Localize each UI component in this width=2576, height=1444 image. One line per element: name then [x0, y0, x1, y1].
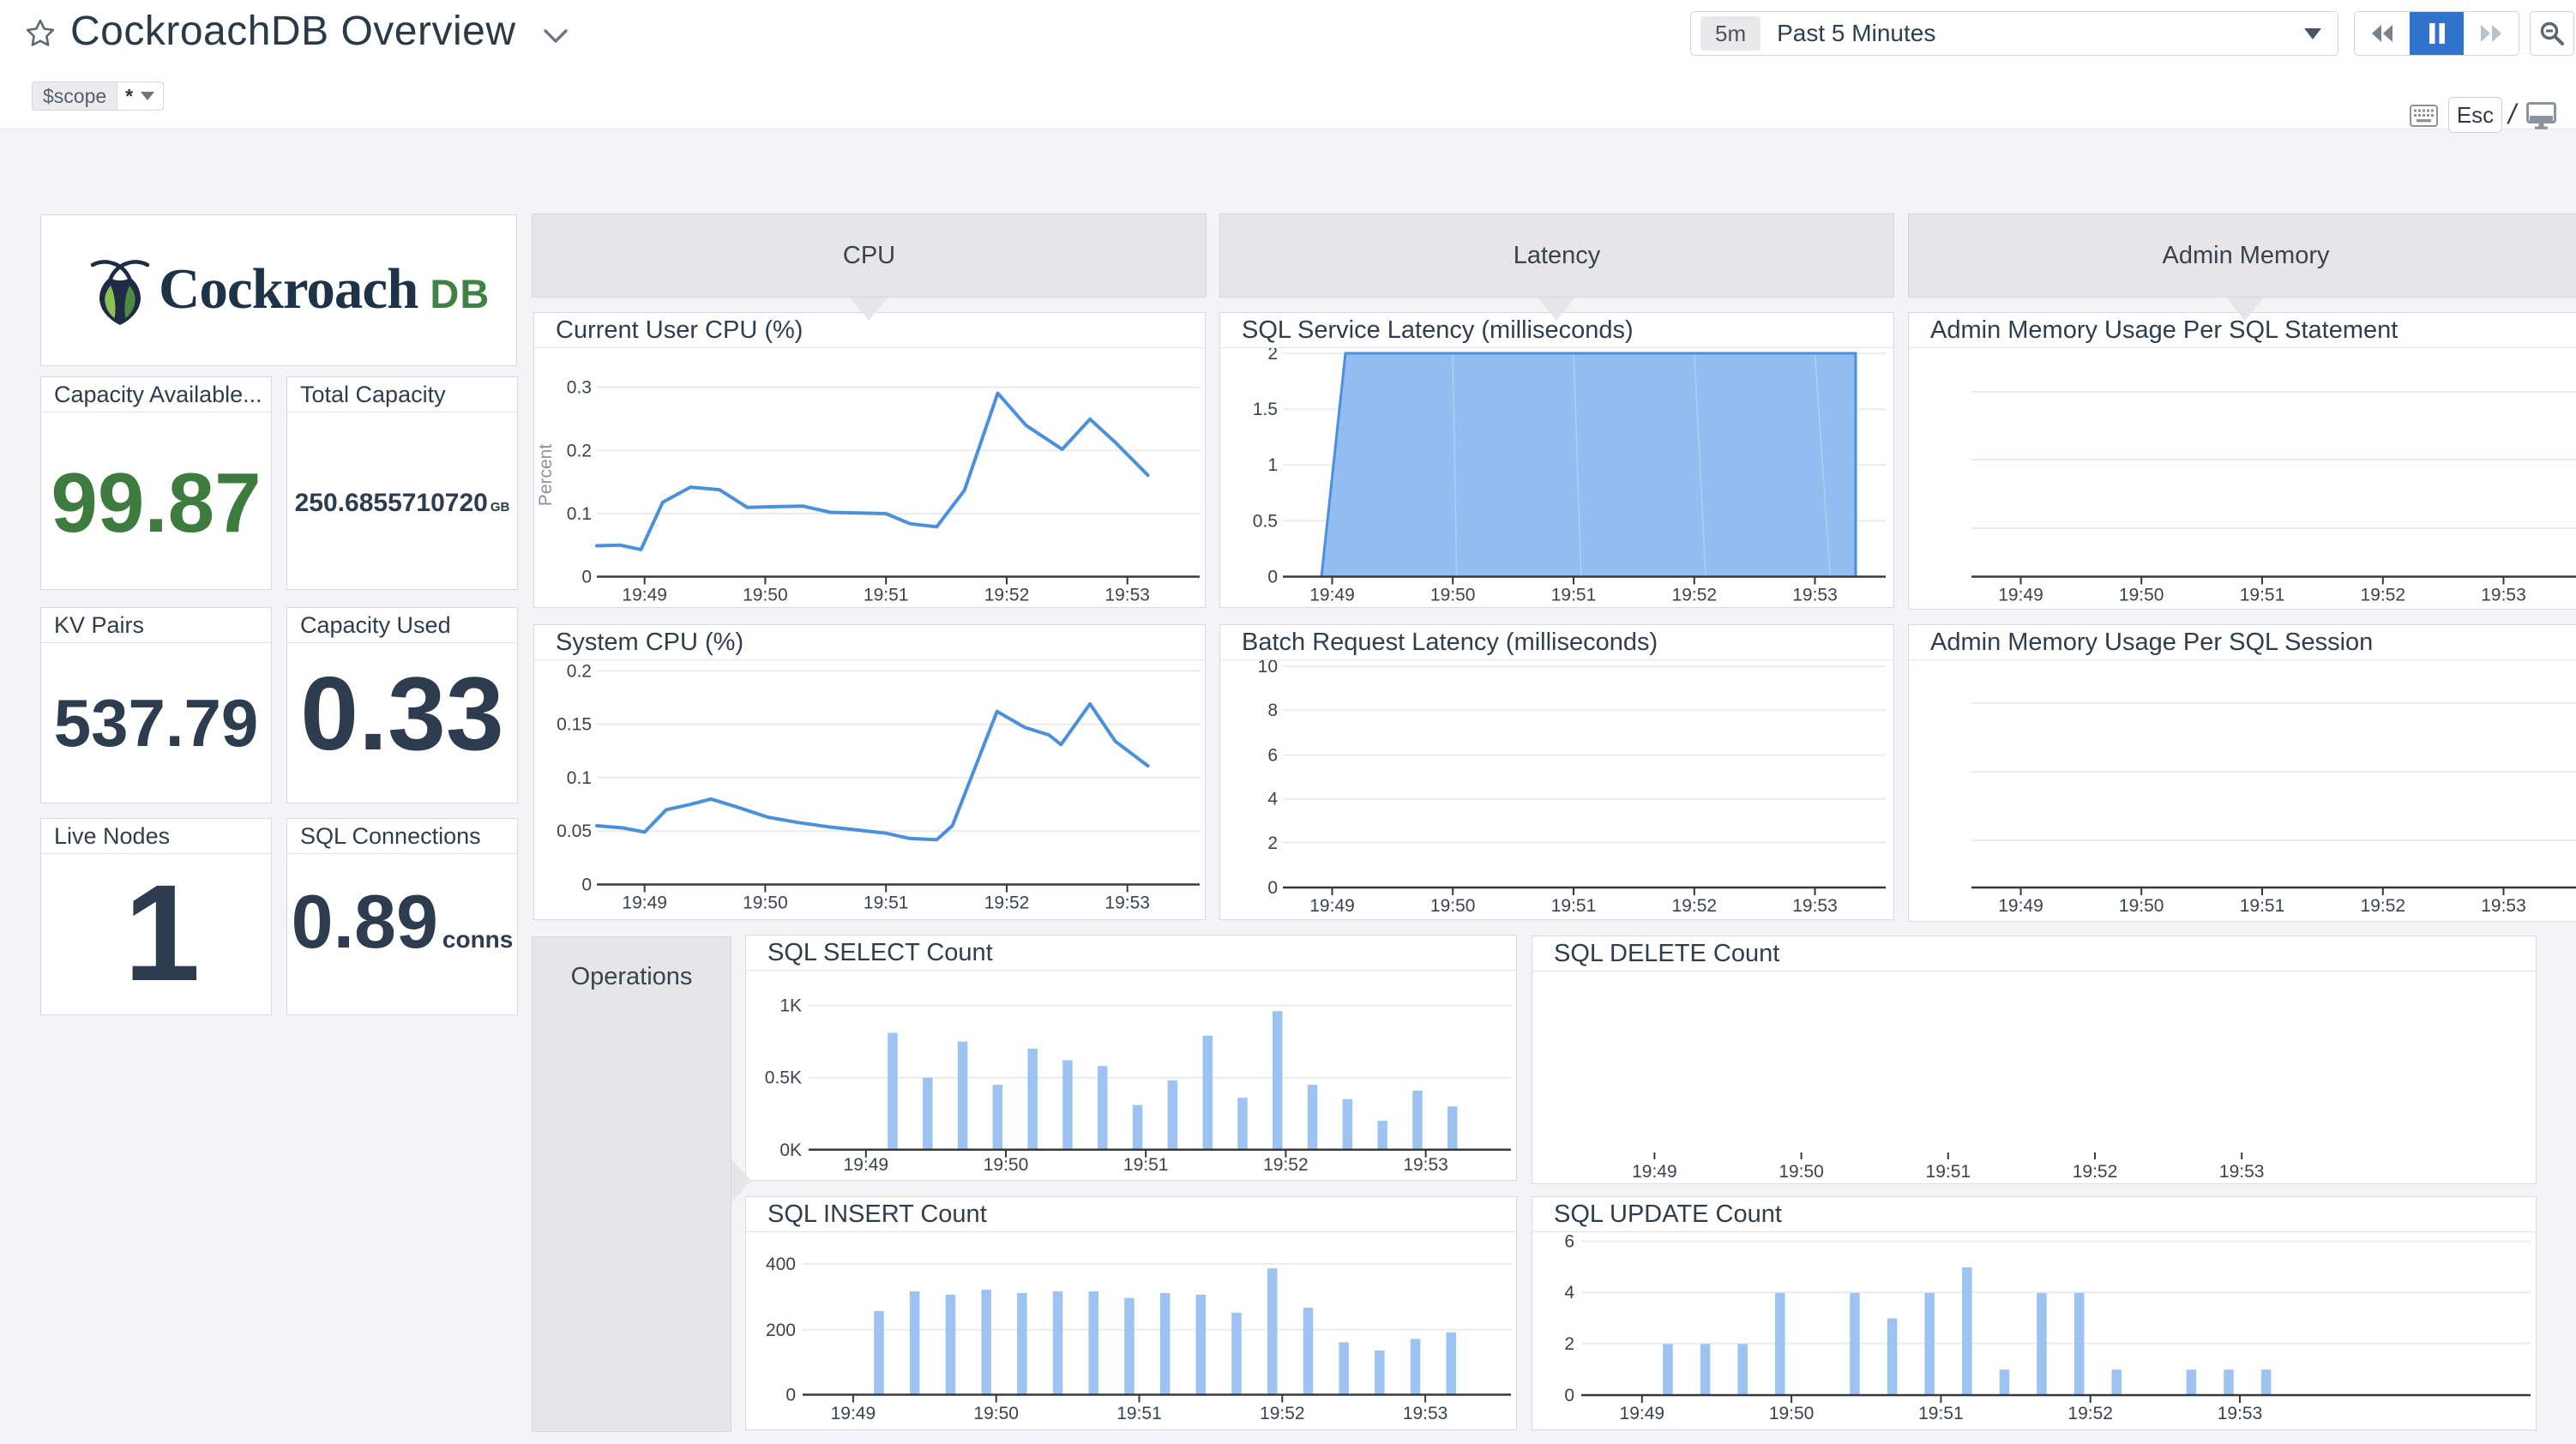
svg-text:1K: 1K [779, 996, 802, 1016]
svg-text:19:50: 19:50 [1779, 1162, 1824, 1182]
svg-text:19:50: 19:50 [2119, 896, 2164, 916]
svg-text:19:49: 19:49 [622, 586, 667, 605]
svg-text:19:53: 19:53 [1792, 586, 1838, 605]
svg-text:19:52: 19:52 [1672, 586, 1718, 605]
svg-text:19:53: 19:53 [1403, 1155, 1448, 1175]
svg-text:19:52: 19:52 [1672, 896, 1718, 916]
svg-text:0.5K: 0.5K [765, 1068, 802, 1088]
svg-text:19:51: 19:51 [1123, 1155, 1169, 1175]
svg-text:19:52: 19:52 [2361, 586, 2406, 605]
svg-text:19:51: 19:51 [1926, 1162, 1971, 1182]
svg-text:19:52: 19:52 [1263, 1155, 1309, 1175]
svg-text:19:49: 19:49 [1620, 1404, 1665, 1423]
svg-text:19:49: 19:49 [1632, 1162, 1677, 1182]
svg-text:0.3: 0.3 [567, 378, 592, 398]
svg-text:19:51: 19:51 [1551, 586, 1597, 605]
svg-text:1: 1 [1267, 455, 1278, 475]
svg-text:19:50: 19:50 [743, 893, 788, 913]
svg-text:0.2: 0.2 [567, 661, 592, 681]
svg-text:19:50: 19:50 [2119, 586, 2164, 605]
svg-text:19:49: 19:49 [1309, 586, 1355, 605]
svg-text:0: 0 [785, 1386, 796, 1405]
svg-text:19:51: 19:51 [1551, 896, 1597, 916]
svg-text:4: 4 [1564, 1283, 1574, 1303]
svg-text:19:51: 19:51 [864, 586, 909, 605]
svg-text:6: 6 [1564, 1232, 1574, 1252]
svg-text:19:53: 19:53 [1104, 586, 1150, 605]
svg-text:19:50: 19:50 [1430, 896, 1476, 916]
svg-text:0.2: 0.2 [567, 441, 592, 460]
svg-text:19:49: 19:49 [1309, 896, 1355, 916]
svg-text:200: 200 [766, 1321, 796, 1340]
svg-text:0: 0 [1267, 568, 1278, 587]
svg-text:0: 0 [581, 568, 592, 587]
svg-text:19:53: 19:53 [1104, 893, 1150, 913]
svg-text:0.5: 0.5 [1253, 511, 1278, 531]
svg-text:19:50: 19:50 [984, 1155, 1029, 1175]
svg-text:19:53: 19:53 [2219, 1162, 2265, 1182]
svg-text:0.05: 0.05 [557, 821, 592, 841]
svg-text:19:52: 19:52 [2067, 1404, 2113, 1423]
svg-text:19:52: 19:52 [2361, 896, 2406, 916]
svg-text:19:51: 19:51 [1918, 1404, 1964, 1423]
svg-text:0: 0 [1267, 878, 1278, 898]
svg-text:0.15: 0.15 [557, 715, 592, 735]
svg-text:19:53: 19:53 [2218, 1404, 2263, 1423]
svg-text:19:50: 19:50 [743, 586, 788, 605]
svg-text:0.1: 0.1 [567, 504, 592, 524]
svg-text:2: 2 [1267, 833, 1278, 853]
svg-text:19:50: 19:50 [1430, 586, 1476, 605]
svg-text:6: 6 [1267, 746, 1278, 766]
svg-text:19:49: 19:49 [622, 893, 667, 913]
svg-text:19:53: 19:53 [1403, 1404, 1448, 1423]
svg-text:19:49: 19:49 [831, 1404, 876, 1423]
svg-text:Percent: Percent [536, 444, 556, 507]
svg-text:19:49: 19:49 [844, 1155, 889, 1175]
svg-text:2: 2 [1267, 348, 1278, 364]
svg-text:10: 10 [1258, 660, 1278, 677]
svg-text:0: 0 [1564, 1386, 1574, 1405]
svg-text:19:52: 19:52 [984, 586, 1030, 605]
svg-text:19:53: 19:53 [2481, 896, 2526, 916]
svg-text:19:51: 19:51 [2240, 586, 2285, 605]
svg-text:0: 0 [581, 875, 592, 895]
svg-text:0.1: 0.1 [567, 768, 592, 788]
svg-text:19:50: 19:50 [1769, 1404, 1815, 1423]
svg-text:0K: 0K [779, 1140, 802, 1160]
svg-text:19:52: 19:52 [2073, 1162, 2118, 1182]
svg-text:19:53: 19:53 [2481, 586, 2526, 605]
svg-text:8: 8 [1267, 701, 1278, 720]
svg-text:4: 4 [1267, 790, 1278, 809]
svg-text:19:49: 19:49 [1998, 896, 2043, 916]
svg-text:19:49: 19:49 [1998, 586, 2043, 605]
svg-text:19:52: 19:52 [1260, 1404, 1305, 1423]
svg-text:19:51: 19:51 [1116, 1404, 1162, 1423]
svg-text:19:53: 19:53 [1792, 896, 1838, 916]
svg-text:19:52: 19:52 [984, 893, 1030, 913]
svg-text:19:50: 19:50 [973, 1404, 1019, 1423]
svg-text:400: 400 [766, 1254, 796, 1274]
svg-text:19:51: 19:51 [864, 893, 909, 913]
svg-text:1.5: 1.5 [1253, 400, 1278, 419]
svg-text:19:51: 19:51 [2240, 896, 2285, 916]
svg-text:2: 2 [1564, 1334, 1574, 1354]
